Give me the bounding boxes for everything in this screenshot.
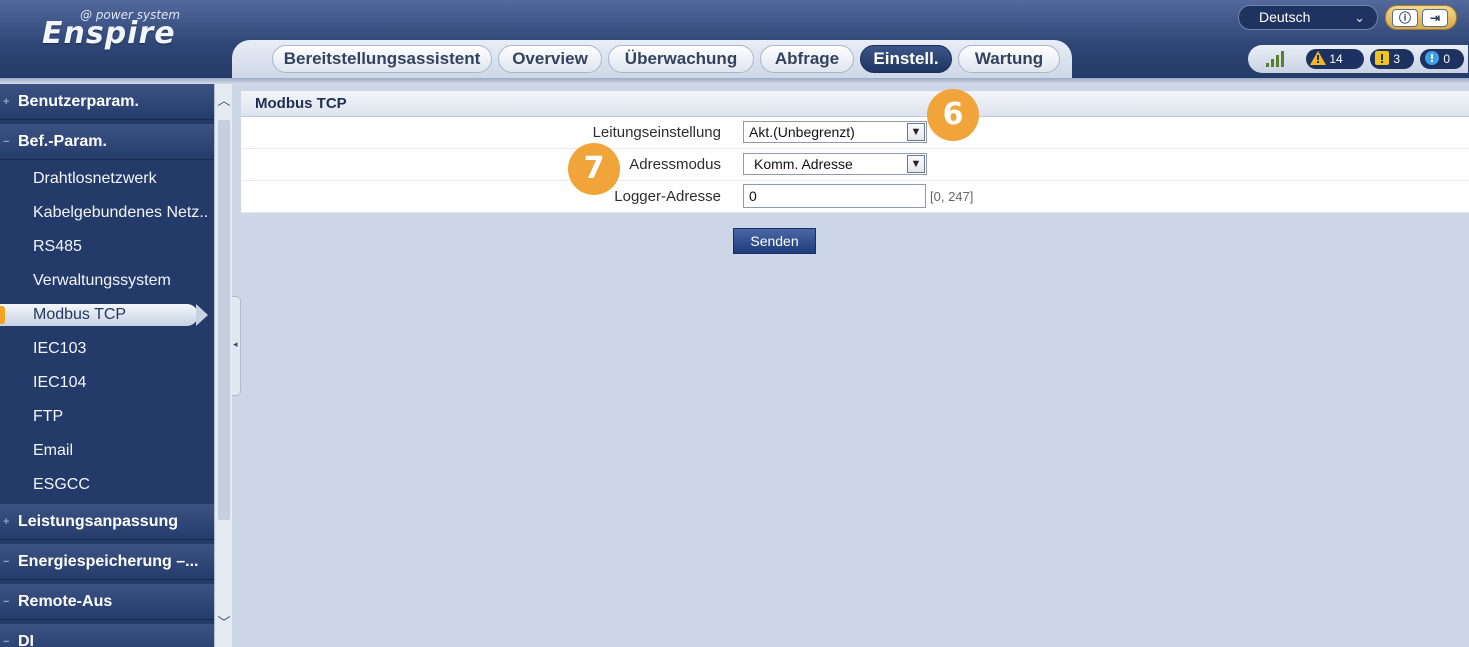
sidebar-item-modbus-tcp[interactable]: Modbus TCP <box>0 298 214 332</box>
expand-marker-icon: + <box>3 96 10 108</box>
collapse-marker-icon: − <box>3 636 10 647</box>
logger-address-row: Logger-Adresse 0 [0, 247] <box>241 181 1469 213</box>
active-item-pointer <box>196 304 208 326</box>
logger-address-range: [0, 247] <box>930 189 974 204</box>
callout-badge-7: 7 <box>568 143 620 195</box>
sidebar-item-label: Drahtlosnetzwerk <box>33 170 157 187</box>
tab-ueberwachung[interactable]: Überwachung <box>608 45 754 73</box>
sidebar-item-iec104[interactable]: IEC104 <box>0 366 214 400</box>
sidebar-item-email[interactable]: Email <box>0 434 214 468</box>
chevron-down-icon: ▼ <box>907 155 925 173</box>
scroll-down-icon[interactable]: ﹀ <box>215 614 233 632</box>
scroll-up-icon[interactable]: ︿ <box>215 92 233 110</box>
sidebar-group-label: Bef.-Param. <box>18 133 107 150</box>
callout-badge-6: 6 <box>927 89 979 141</box>
language-select[interactable]: Deutsch ⌄ <box>1238 5 1378 30</box>
sidebar-group-leistungsanpassung[interactable]: + Leistungsanpassung <box>0 504 214 540</box>
logout-icon[interactable]: ⇥ <box>1422 9 1448 27</box>
info-alarm-count: 0 <box>1443 52 1451 66</box>
sidebar-group-label: DI <box>18 633 34 647</box>
address-mode-value: Komm. Adresse <box>754 156 853 172</box>
tab-wartung[interactable]: Wartung <box>958 45 1060 73</box>
collapse-marker-icon: − <box>3 556 10 568</box>
sidebar-item-drahtlosnetzwerk[interactable]: Drahtlosnetzwerk <box>0 162 214 196</box>
tab-overview[interactable]: Overview <box>498 45 602 73</box>
collapse-marker-icon: − <box>3 596 10 608</box>
sidebar: + Benutzerparam. − Bef.-Param. Drahtlosn… <box>0 84 214 647</box>
address-mode-row: Adressmodus Komm. Adresse ▼ <box>241 149 1469 181</box>
sidebar-item-rs485[interactable]: RS485 <box>0 230 214 264</box>
minor-alarm-icon <box>1375 51 1389 65</box>
minor-alarm-count: 3 <box>1393 52 1401 66</box>
signal-strength-icon <box>1266 51 1288 67</box>
sidebar-group-label: Energiespeicherung –... <box>18 553 199 570</box>
enspire-logo: @ power system Enspire <box>40 6 210 51</box>
page-title: Modbus TCP <box>241 91 1469 117</box>
tab-abfrage[interactable]: Abfrage <box>760 45 854 73</box>
connection-setting-label: Leitungseinstellung <box>592 124 721 141</box>
active-item-marker <box>0 306 5 324</box>
modbus-tcp-form: Leitungseinstellung Akt.(Unbegrenzt) ▼ A… <box>241 117 1469 213</box>
connection-setting-select[interactable]: Akt.(Unbegrenzt) ▼ <box>743 121 927 143</box>
address-mode-select[interactable]: Komm. Adresse ▼ <box>743 153 927 175</box>
sidebar-item-label: Email <box>33 442 74 459</box>
minor-alarm-badge[interactable]: 3 <box>1370 49 1414 69</box>
scroll-thumb[interactable] <box>218 120 230 520</box>
expand-marker-icon: + <box>3 516 10 528</box>
header-tool-group: ⓘ ⇥ <box>1385 5 1457 30</box>
logger-address-input[interactable]: 0 <box>743 184 926 208</box>
sidebar-item-kabelgebundenes-netz[interactable]: Kabelgebundenes Netz.. <box>0 196 214 230</box>
app-window: @ power system Enspire Deutsch ⌄ ⓘ ⇥ Ber… <box>0 0 1469 647</box>
info-icon[interactable]: ⓘ <box>1392 9 1418 27</box>
send-button[interactable]: Senden <box>733 228 816 254</box>
tab-einstellungen[interactable]: Einstell. <box>860 45 952 73</box>
sidebar-item-label: Verwaltungssystem <box>33 272 171 289</box>
sidebar-item-label: Kabelgebundenes Netz.. <box>33 204 209 221</box>
sidebar-group-label: Benutzerparam. <box>18 93 139 110</box>
sidebar-item-label: Modbus TCP <box>33 306 127 323</box>
status-bar: 14 3 0 <box>1248 45 1468 73</box>
sidebar-group-label: Remote-Aus <box>18 593 113 610</box>
logger-address-label: Logger-Adresse <box>614 188 721 205</box>
sidebar-item-label: IEC103 <box>33 340 87 357</box>
sidebar-item-verwaltungssystem[interactable]: Verwaltungssystem <box>0 264 214 298</box>
sidebar-item-iec103[interactable]: IEC103 <box>0 332 214 366</box>
info-alarm-icon <box>1425 51 1439 65</box>
sidebar-item-label: FTP <box>33 408 64 425</box>
sidebar-group-benutzerparam[interactable]: + Benutzerparam. <box>0 84 214 120</box>
chevron-left-icon: ◂ <box>233 339 238 349</box>
sidebar-item-esgcc[interactable]: ESGCC <box>0 468 214 502</box>
sidebar-collapse-handle[interactable]: ◂ <box>232 296 241 396</box>
sidebar-group-label: Leistungsanpassung <box>18 513 179 530</box>
collapse-marker-icon: − <box>3 136 10 148</box>
sidebar-item-label: IEC104 <box>33 374 87 391</box>
chevron-down-icon: ▼ <box>907 123 925 141</box>
address-mode-label: Adressmodus <box>629 156 721 173</box>
major-alarm-badge[interactable]: 14 <box>1306 49 1364 69</box>
sidebar-group-bef-param[interactable]: − Bef.-Param. <box>0 124 214 160</box>
sidebar-item-ftp[interactable]: FTP <box>0 400 214 434</box>
main-nav-tabs: Bereitstellungsassistent Overview Überwa… <box>232 40 1072 78</box>
sidebar-item-label: RS485 <box>33 238 82 255</box>
connection-setting-value: Akt.(Unbegrenzt) <box>749 124 855 140</box>
major-alarm-count: 14 <box>1329 52 1343 66</box>
tab-bereitstellungsassistent[interactable]: Bereitstellungsassistent <box>272 45 492 73</box>
chevron-down-icon: ⌄ <box>1354 10 1365 25</box>
sidebar-scrollbar[interactable]: ︿ ﹀ <box>214 84 232 647</box>
top-header: @ power system Enspire Deutsch ⌄ ⓘ ⇥ Ber… <box>0 0 1469 80</box>
main-content: Modbus TCP Leitungseinstellung Akt.(Unbe… <box>241 84 1469 647</box>
sidebar-group-energiespeicherung[interactable]: − Energiespeicherung –... <box>0 544 214 580</box>
logo-wordmark: Enspire <box>42 16 176 51</box>
connection-setting-row: Leitungseinstellung Akt.(Unbegrenzt) ▼ <box>241 117 1469 149</box>
language-value: Deutsch <box>1259 9 1311 25</box>
sidebar-group-di[interactable]: − DI <box>0 624 214 647</box>
sidebar-group-remote-aus[interactable]: − Remote-Aus <box>0 584 214 620</box>
sidebar-item-label: ESGCC <box>33 476 90 493</box>
warning-triangle-icon <box>1310 51 1326 65</box>
info-alarm-badge[interactable]: 0 <box>1420 49 1464 69</box>
